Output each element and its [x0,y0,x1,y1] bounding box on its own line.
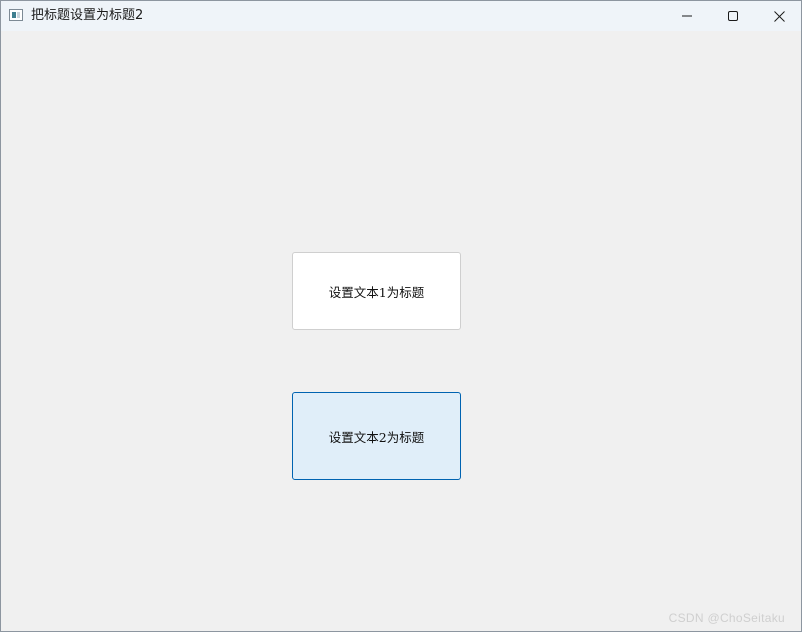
maximize-button[interactable] [710,1,756,31]
app-icon [9,9,23,21]
close-button[interactable] [756,1,801,31]
window-title: 把标题设置为标题2 [31,8,144,23]
minimize-button[interactable] [664,1,710,31]
title-bar[interactable]: 把标题设置为标题2 [1,1,801,31]
close-icon [773,10,785,22]
watermark: CSDN @ChoSeitaku [668,611,785,625]
maximize-icon [728,11,738,21]
minimize-icon [682,11,692,21]
app-window: 把标题设置为标题2 设置文本1为标题 设置文本2为标题 CSDN @ChoSei… [0,0,802,632]
set-text2-title-button[interactable]: 设置文本2为标题 [292,392,461,480]
set-text1-title-button[interactable]: 设置文本1为标题 [292,252,461,330]
